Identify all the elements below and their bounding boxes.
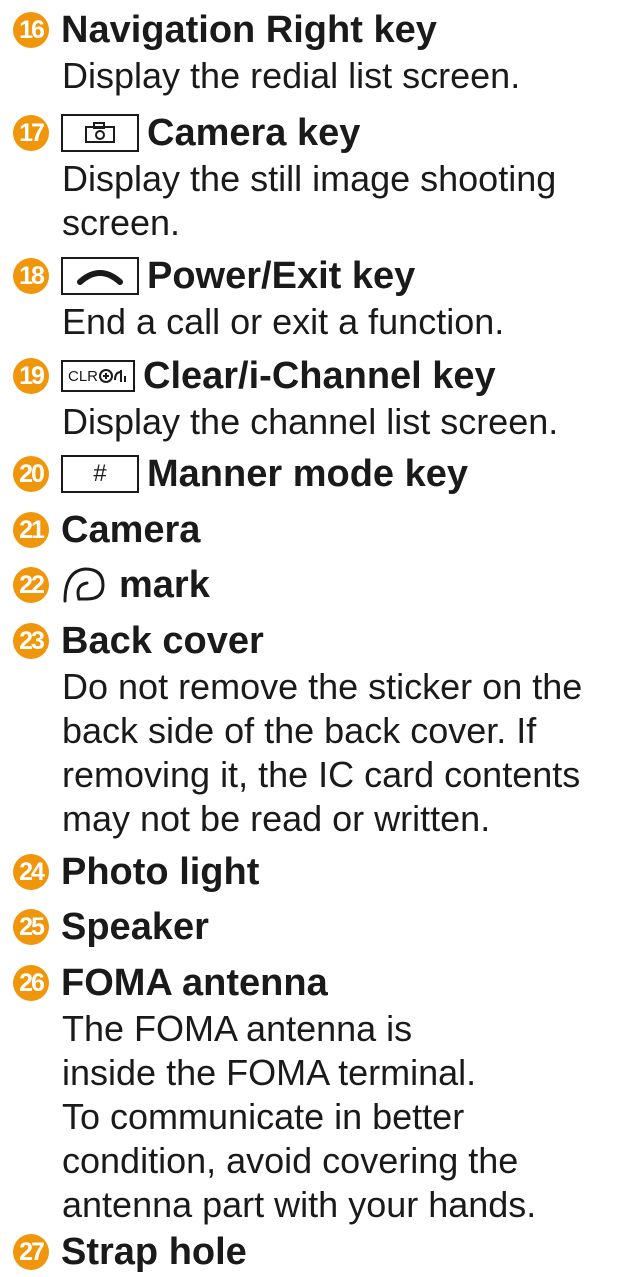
power-arc-icon <box>77 270 123 285</box>
number-badge: 19 <box>13 358 49 394</box>
number-badge: 23 <box>13 623 49 659</box>
clr-ichannel-icon: CLR <box>61 360 135 392</box>
ichannel-icon <box>99 369 126 383</box>
entry-camera-key: 17 Camera key Display the still image sh… <box>13 109 623 245</box>
entry-title: Strap hole <box>61 1231 247 1273</box>
entry-description: The FOMA antenna is inside the FOMA term… <box>62 1008 537 1225</box>
felica-mark-icon <box>61 565 107 605</box>
number-badge: 18 <box>13 258 49 294</box>
entry-manner-mode-key: 20 # Manner mode key <box>13 450 623 498</box>
entry-description: Display the channel list screen. <box>62 401 559 442</box>
entry-title: Manner mode key <box>147 453 468 495</box>
number-badge: 26 <box>13 965 49 1001</box>
number-badge: 24 <box>13 854 49 890</box>
power-key-icon <box>61 257 139 295</box>
entry-foma-antenna: 26 FOMA antenna The FOMA antenna is insi… <box>13 959 623 1227</box>
entry-speaker: 25 Speaker <box>13 903 623 951</box>
entry-title: FOMA antenna <box>61 962 328 1004</box>
entry-navigation-right-key: 16 Navigation Right key Display the redi… <box>13 6 623 98</box>
entry-title: Navigation Right key <box>61 9 437 51</box>
entry-title: Camera <box>61 509 201 551</box>
entry-title: mark <box>119 564 210 606</box>
entry-description: End a call or exit a function. <box>62 301 505 342</box>
camera-key-icon <box>61 114 139 152</box>
number-badge: 27 <box>13 1234 49 1270</box>
manner-key-icon: # <box>61 455 139 493</box>
camera-icon <box>85 122 115 143</box>
entry-felica-mark: 22 mark <box>13 561 623 609</box>
entry-description: Display the redial list screen. <box>62 55 521 96</box>
entry-clear-ichannel-key: 19 CLR Clear/i-Channel key Display the c… <box>13 352 623 444</box>
entry-title: Speaker <box>61 906 209 948</box>
entry-power-exit-key: 18 Power/Exit key End a call or exit a f… <box>13 252 623 344</box>
entry-strap-hole: 27 Strap hole <box>13 1228 623 1276</box>
number-badge: 22 <box>13 567 49 603</box>
entry-title: Power/Exit key <box>147 255 416 297</box>
number-badge: 21 <box>13 512 49 548</box>
number-badge: 16 <box>13 12 49 48</box>
number-badge: 17 <box>13 115 49 151</box>
entry-camera: 21 Camera <box>13 506 623 554</box>
entry-description: Do not remove the sticker on the back si… <box>62 666 583 839</box>
entry-title: Photo light <box>61 851 260 893</box>
entry-back-cover: 23 Back cover Do not remove the sticker … <box>13 617 623 841</box>
number-badge: 25 <box>13 909 49 945</box>
entry-title: Clear/i-Channel key <box>143 355 496 397</box>
entry-photo-light: 24 Photo light <box>13 848 623 896</box>
entry-title: Back cover <box>61 620 264 662</box>
entry-title: Camera key <box>147 112 361 154</box>
number-badge: 20 <box>13 456 49 492</box>
entry-description: Display the still image shooting screen. <box>62 158 557 243</box>
